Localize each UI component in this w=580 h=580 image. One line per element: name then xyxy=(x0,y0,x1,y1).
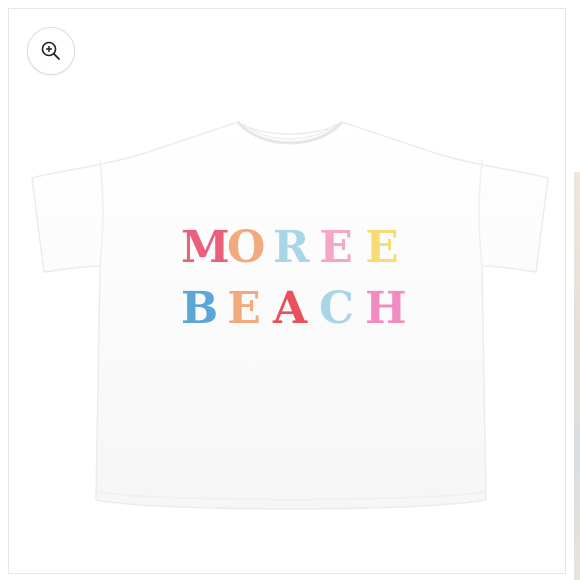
print-line-more: MOREE xyxy=(0,226,580,270)
product-image-viewer: MOREE BEACH xyxy=(0,0,580,580)
print-letter: B xyxy=(181,283,219,334)
print-letter: E xyxy=(227,283,261,334)
print-letter: E xyxy=(319,222,353,273)
zoom-button[interactable] xyxy=(27,27,75,75)
print-letter: R xyxy=(273,222,310,273)
product-image[interactable]: MOREE BEACH xyxy=(0,0,580,580)
print-letter: M xyxy=(181,222,230,273)
print-letter: A xyxy=(273,283,308,334)
print-letter: E xyxy=(365,222,399,273)
print-letter: O xyxy=(227,222,266,273)
print-line-beach: BEACH xyxy=(0,287,580,331)
zoom-in-icon xyxy=(41,41,60,60)
print-letter: H xyxy=(365,283,407,334)
print-letter: C xyxy=(319,283,355,334)
